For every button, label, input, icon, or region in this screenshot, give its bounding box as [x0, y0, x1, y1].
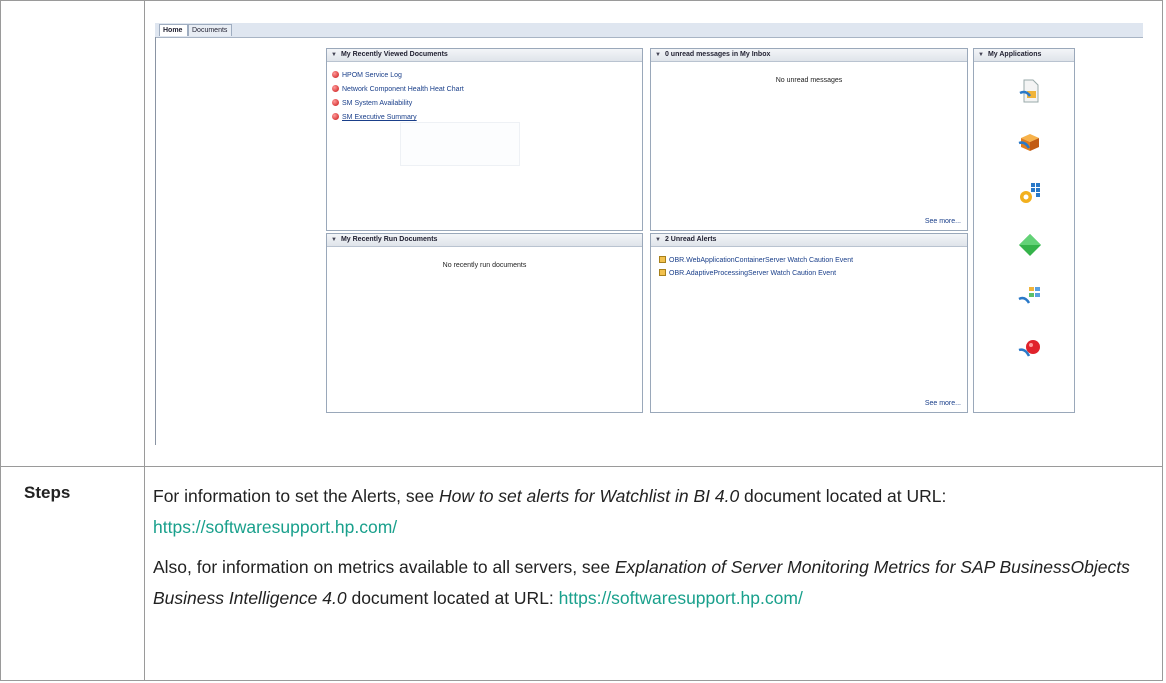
alerts-panel: ▼ 2 Unread Alerts OBR.WebApplicationConta…	[650, 233, 968, 413]
applications-panel: ▼ My Applications	[973, 48, 1075, 413]
chevron-down-icon[interactable]: ▼	[331, 52, 337, 58]
panel-header[interactable]: ▼ 0 unread messages in My Inbox	[651, 49, 967, 62]
support-url-link[interactable]: https://softwaresupport.hp.com/	[153, 517, 397, 537]
alert-link[interactable]: OBR.AdaptiveProcessingServer Watch Cauti…	[659, 269, 836, 277]
panel-title: My Applications	[987, 51, 1042, 58]
panel-header[interactable]: ▼ My Recently Viewed Documents	[327, 49, 642, 62]
chevron-down-icon[interactable]: ▼	[978, 52, 984, 58]
document-link[interactable]: SM System Availability	[332, 99, 412, 107]
panel-header[interactable]: ▼ My Recently Run Documents	[327, 234, 642, 247]
document-icon	[332, 99, 339, 106]
alert-link[interactable]: OBR.WebApplicationContainerServer Watch …	[659, 256, 853, 264]
report-app-icon[interactable]	[1018, 79, 1042, 103]
chevron-down-icon[interactable]: ▼	[655, 237, 661, 243]
panel-title: 2 Unread Alerts	[664, 236, 717, 243]
see-more-link[interactable]: See more...	[925, 400, 961, 407]
red-ball-app-icon[interactable]	[1018, 337, 1042, 361]
recently-viewed-panel: ▼ My Recently Viewed Documents HPOM Servi…	[326, 48, 643, 231]
inbox-panel: ▼ 0 unread messages in My Inbox No unread…	[650, 48, 968, 231]
steps-label: Steps	[24, 483, 71, 502]
alert-envelope-icon	[659, 256, 666, 263]
panel-header[interactable]: ▼ 2 Unread Alerts	[651, 234, 967, 247]
panel-title: My Recently Run Documents	[340, 236, 438, 243]
steps-paragraph-alerts: For information to set the Alerts, see H…	[153, 486, 947, 537]
left-rule	[155, 37, 156, 445]
support-url-link[interactable]: https://softwaresupport.hp.com/	[559, 588, 803, 608]
tab-bar: Home Documents	[155, 23, 1143, 38]
row-divider	[1, 466, 1162, 467]
panel-title: My Recently Viewed Documents	[340, 51, 448, 58]
flow-app-icon[interactable]	[1018, 285, 1042, 309]
document-link[interactable]: Network Component Health Heat Chart	[332, 85, 464, 93]
panel-header[interactable]: ▼ My Applications	[974, 49, 1074, 62]
document-link[interactable]: HPOM Service Log	[332, 71, 402, 79]
document-icon	[332, 71, 339, 78]
tab-documents[interactable]: Documents	[188, 24, 232, 36]
empty-message: No unread messages	[775, 77, 843, 84]
gear-grid-app-icon[interactable]	[1018, 181, 1042, 205]
tab-home[interactable]: Home	[159, 24, 188, 36]
green-diamond-app-icon[interactable]	[1018, 233, 1042, 257]
document-icon	[332, 113, 339, 120]
document-title: How to set alerts for Watchlist in BI 4.…	[438, 486, 740, 506]
chevron-down-icon[interactable]: ▼	[331, 237, 337, 243]
cube-app-icon[interactable]	[1018, 131, 1042, 155]
bi-launchpad-screenshot: Home Documents ▼ My Recently Viewed Docum…	[153, 18, 1143, 446]
chevron-down-icon[interactable]: ▼	[655, 52, 661, 58]
steps-content: For information to set the Alerts, see H…	[153, 481, 1153, 623]
steps-paragraph-metrics: Also, for information on metrics availab…	[153, 557, 1130, 608]
alert-envelope-icon	[659, 269, 666, 276]
hover-tooltip	[400, 122, 520, 166]
recently-run-panel: ▼ My Recently Run Documents No recently r…	[326, 233, 643, 413]
column-divider	[144, 1, 145, 680]
see-more-link[interactable]: See more...	[925, 218, 961, 225]
panel-title: 0 unread messages in My Inbox	[664, 51, 771, 58]
document-link[interactable]: SM Executive Summary	[332, 113, 417, 121]
document-icon	[332, 85, 339, 92]
empty-message: No recently run documents	[442, 262, 527, 269]
